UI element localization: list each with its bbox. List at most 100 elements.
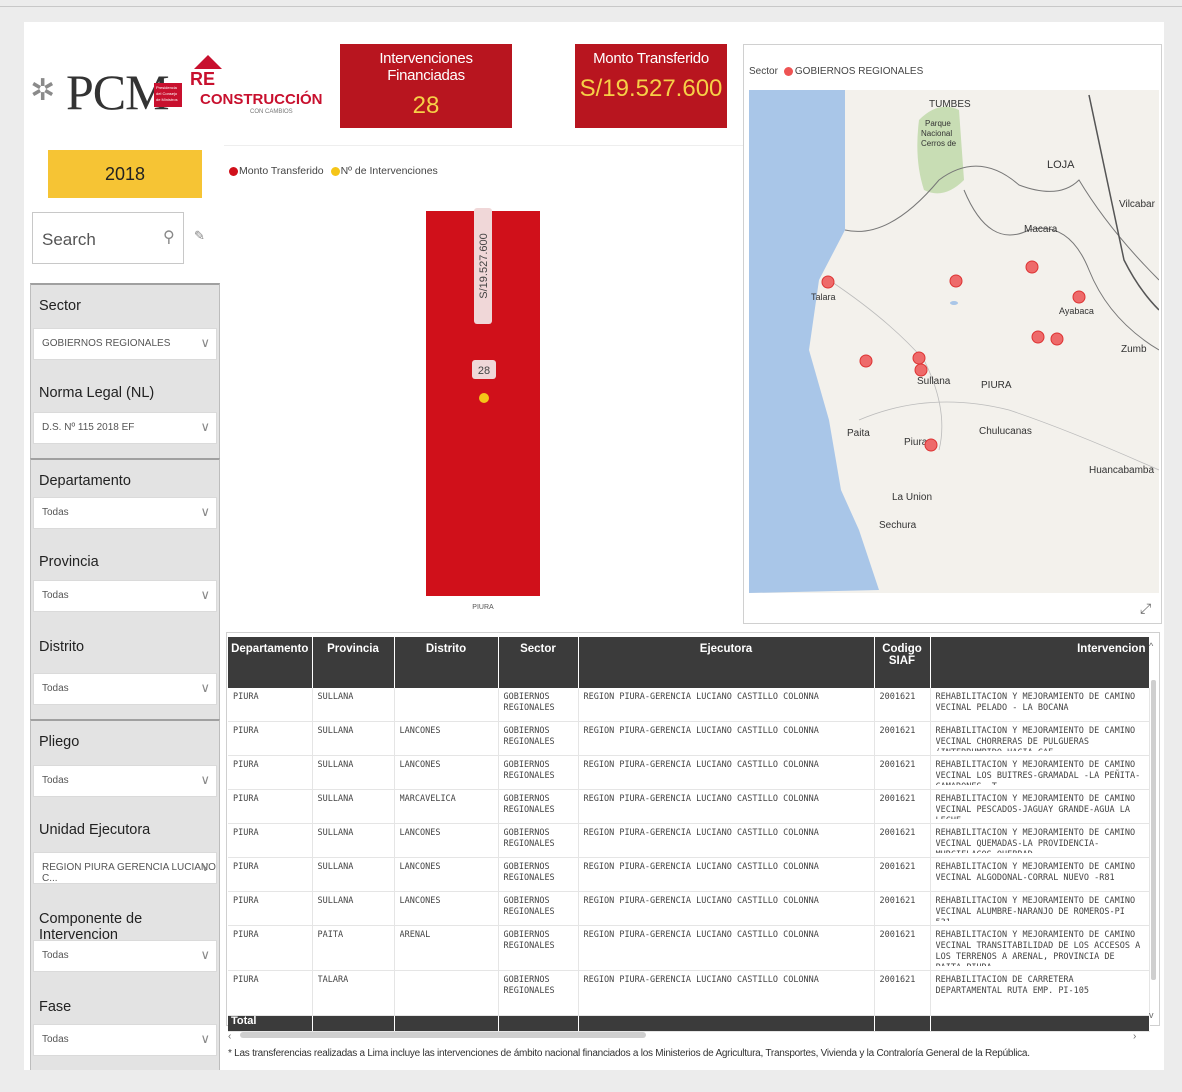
table-cell: REGION PIURA-GERENCIA LUCIANO CASTILLO C… (583, 975, 819, 985)
table-cell-wrapper: PIURA (228, 970, 313, 1016)
table-cell: LANCONES (399, 828, 441, 838)
map-marker[interactable] (1031, 330, 1045, 344)
table-row[interactable]: PIURA SULLANA GOBIERNOS REGIONALES REGION P… (228, 688, 1150, 722)
table-cell-wrapper: REGION PIURA-GERENCIA LUCIANO CASTILLO C… (578, 721, 875, 756)
map-marker[interactable] (912, 351, 926, 365)
filter-6: Unidad Ejecutora REGION PIURA GERENCIA LU… (30, 809, 220, 898)
column-header[interactable]: Distrito (394, 637, 499, 688)
table-cell: PIURA (233, 896, 259, 906)
table-cell: SULLANA (317, 692, 354, 702)
scroll-right-icon[interactable]: › (1133, 1031, 1136, 1041)
horizontal-scrollbar[interactable]: ‹ › (228, 1029, 1148, 1041)
table-cell-wrapper: 2001621 (874, 755, 931, 790)
chevron-down-icon[interactable]: ∨ (200, 947, 210, 963)
table-cell: REGION PIURA-GERENCIA LUCIANO CASTILLO C… (583, 726, 819, 736)
table-row[interactable]: PIURA SULLANA LANCONES GOBIERNOS REGIONALES… (228, 891, 1150, 926)
filter-dropdown[interactable]: Todas ∨ (33, 497, 217, 529)
table-cell-wrapper: 2001621 (874, 823, 931, 858)
year-2018-button[interactable]: 2018 (48, 150, 202, 198)
map-place-label: PIURA (981, 380, 1012, 391)
map-place-label: Piura (904, 437, 928, 448)
table-cell: REGION PIURA-GERENCIA LUCIANO CASTILLO C… (583, 896, 819, 906)
horizontal-scroll-thumb[interactable] (240, 1032, 646, 1038)
expand-icon[interactable]: ⤢ (1140, 600, 1151, 617)
map-marker[interactable] (1050, 332, 1064, 346)
column-header[interactable]: Ejecutora (578, 637, 875, 688)
table-row[interactable]: PIURA SULLANA LANCONES GOBIERNOS REGIONALES… (228, 755, 1150, 790)
table-cell-wrapper: REHABILITACIÓN DE CARRETERA DEPARTAMENTA… (930, 970, 1150, 1016)
chevron-down-icon[interactable]: ∨ (200, 1031, 210, 1047)
filter-dropdown[interactable]: Todas ∨ (33, 940, 217, 972)
filter-dropdown[interactable]: Todas ∨ (33, 1024, 217, 1056)
map-place-label: Parque (925, 119, 951, 128)
map-marker[interactable] (821, 275, 835, 289)
table-cell: SULLANA (317, 726, 354, 736)
chevron-down-icon[interactable]: ∨ (200, 587, 210, 603)
table-cell-wrapper: SULLANA (312, 789, 395, 824)
logo-presidencia-text: Presidencia del Consejo de Ministros (154, 83, 182, 107)
filter-2: Departamento Todas ∨ (30, 458, 220, 541)
table-cell-wrapper: REHABILITACIÓN Y MEJORAMIENTO DE CAMINO … (930, 721, 1150, 756)
table-row[interactable]: PIURA SULLANA LANCONES GOBIERNOS REGIONALES… (228, 721, 1150, 756)
table-cell: GOBIERNOS REGIONALES (503, 975, 555, 996)
kpi-intervenciones-value: 28 (412, 92, 440, 119)
map-marker[interactable] (859, 354, 873, 368)
filter-selected-value: GOBIERNOS REGIONALES (42, 338, 171, 349)
search-icon[interactable]: ⚲ (163, 227, 175, 247)
table-cell-wrapper: PAITA (312, 925, 395, 971)
map-marker[interactable] (1072, 290, 1086, 304)
table-cell-wrapper: REGION PIURA-GERENCIA LUCIANO CASTILLO C… (578, 755, 875, 790)
chevron-down-icon[interactable]: ∨ (200, 680, 210, 696)
scroll-left-icon[interactable]: ‹ (228, 1031, 231, 1041)
column-header[interactable]: Sector (498, 637, 579, 688)
table-row[interactable]: PIURA TALARA GOBIERNOS REGIONALES REGION PI… (228, 970, 1150, 1016)
filter-dropdown[interactable]: REGION PIURA GERENCIA LUCIANO C... ∨ (33, 852, 217, 884)
legend-monto-label: Monto Transferido (239, 165, 324, 177)
table-cell: GOBIERNOS REGIONALES (503, 896, 555, 917)
filter-label: Pliego (39, 734, 80, 750)
chevron-down-icon[interactable]: ∨ (200, 772, 210, 788)
table-cell: PAITA (317, 930, 344, 940)
map-marker[interactable] (949, 274, 963, 288)
table-row[interactable]: PIURA PAITA ARENAL GOBIERNOS REGIONALES REGI… (228, 925, 1150, 971)
table-cell: 2001621 (879, 828, 916, 838)
chevron-down-icon[interactable]: ∨ (200, 504, 210, 520)
scroll-down-icon[interactable]: v (1149, 1010, 1154, 1020)
table-cell: REGION PIURA-GERENCIA LUCIANO CASTILLO C… (583, 862, 819, 872)
filter-dropdown[interactable]: Todas ∨ (33, 580, 217, 612)
table-cell: PIURA (233, 760, 259, 770)
vertical-scroll-thumb[interactable] (1151, 680, 1156, 980)
column-header[interactable]: Codigo SIAF (874, 637, 931, 688)
column-header[interactable]: Intervencion (930, 637, 1150, 688)
clear-selection-eraser-icon[interactable]: ✎ (194, 228, 205, 244)
table-row[interactable]: PIURA SULLANA LANCONES GOBIERNOS REGIONALES… (228, 823, 1150, 858)
table-cell: SULLANA (317, 896, 354, 906)
map-marker[interactable] (1025, 260, 1039, 274)
filter-dropdown[interactable]: D.S. Nº 115 2018 EF ∨ (33, 412, 217, 444)
point-value-label: 28 (478, 365, 490, 377)
column-header[interactable]: Provincia (312, 637, 395, 688)
map-marker[interactable] (914, 363, 928, 377)
filter-dropdown[interactable]: Todas ∨ (33, 765, 217, 797)
filter-dropdown[interactable]: GOBIERNOS REGIONALES ∨ (33, 328, 217, 360)
table-cell: PIURA (233, 930, 259, 940)
scroll-up-icon[interactable]: ^ (1149, 641, 1154, 651)
table-row[interactable]: PIURA SULLANA LANCONES GOBIERNOS REGIONALES… (228, 857, 1150, 892)
search-input[interactable]: Search ⚲ (32, 212, 184, 264)
filter-label: Unidad Ejecutora (39, 822, 151, 838)
piura-map[interactable]: TUMBES Parque Nacional Cerros de LOJA Vilcaba… (749, 90, 1159, 593)
chevron-down-icon[interactable]: ∨ (200, 335, 210, 351)
filter-dropdown[interactable]: Todas ∨ (33, 673, 217, 705)
table-row[interactable]: PIURA SULLANA MARCAVELICA GOBIERNOS REGIONA… (228, 789, 1150, 824)
vertical-scrollbar[interactable]: ^ v (1148, 640, 1159, 1020)
table-cell-wrapper: LANCONES (394, 857, 499, 892)
table-cell: REHABILITACIÓN Y MEJORAMIENTO DE CAMINO … (935, 930, 1141, 966)
table-cell: 2001621 (879, 896, 916, 906)
table-cell: REGION PIURA-GERENCIA LUCIANO CASTILLO C… (583, 760, 819, 770)
map-marker[interactable] (924, 438, 938, 452)
filter-label: Distrito (39, 639, 85, 655)
chevron-down-icon[interactable]: ∨ (200, 859, 210, 875)
column-header[interactable]: Departamento (228, 637, 313, 688)
chevron-down-icon[interactable]: ∨ (200, 419, 210, 435)
table-cell-wrapper: 2001621 (874, 721, 931, 756)
